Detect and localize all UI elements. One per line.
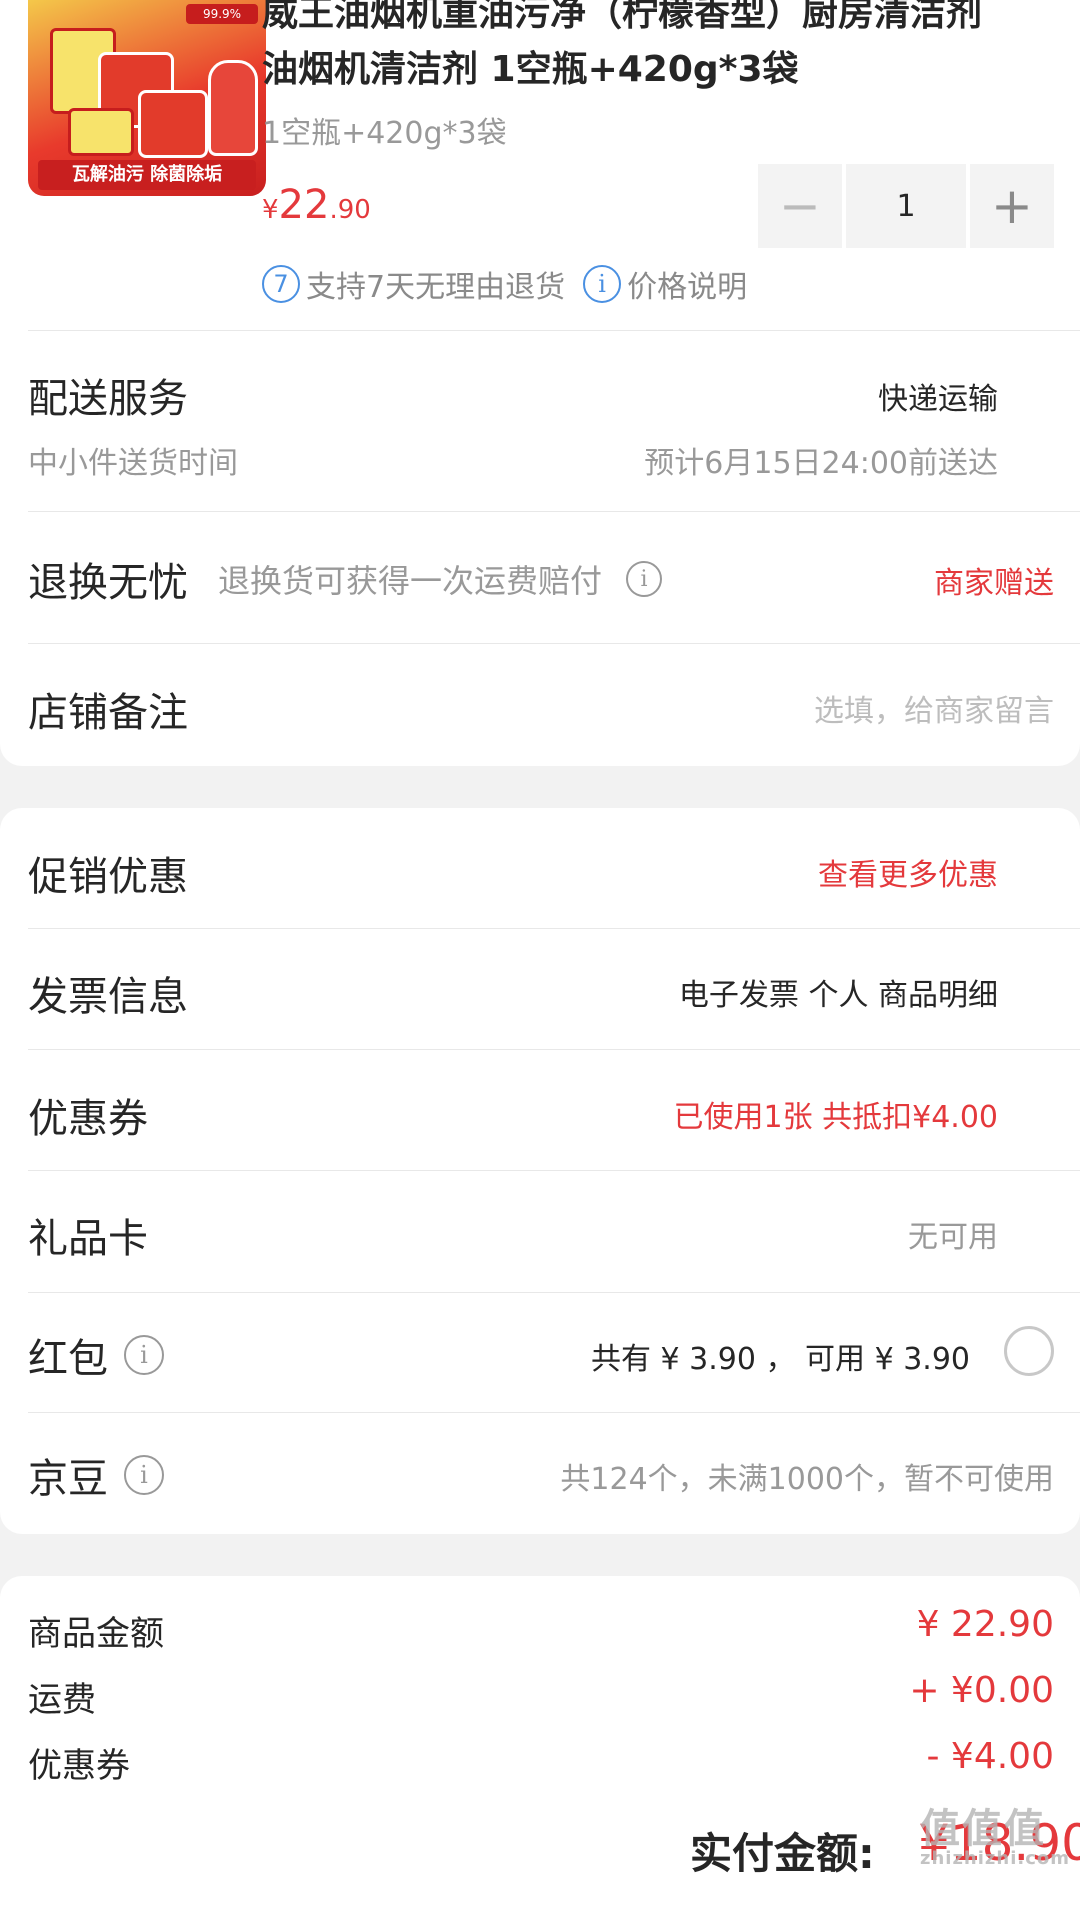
shipping-label: 运费 [28,1680,96,1720]
coupon-title: 优惠券 [28,1096,148,1142]
product-box-2 [68,108,134,156]
giftcard-value: 无可用 [908,1220,998,1255]
divider [28,330,1080,331]
return-worry-desc-text: 退换货可获得一次运费赔付 [218,562,603,600]
watermark-text: 值值值 [919,1806,1046,1852]
order-card: 99.9% 瓦解油污 除菌除垢 威王油烟机重油污净（柠檬香型）厨房清洁剂 油烟机… [0,0,1080,766]
delivery-title: 配送服务 [28,376,188,422]
divider [28,1049,1080,1050]
info-icon[interactable]: i [626,561,663,597]
product-spec: 1空瓶+420g*3袋 [262,116,507,151]
divider [28,643,1080,644]
return-policy-text[interactable]: 支持7天无理由退货 [306,262,565,306]
jingdou-value: 共124个，未满1000个，暂不可使用 [560,1462,1054,1497]
price-decimal: .90 [329,195,371,225]
store-note-input[interactable]: 选填，给商家留言 [814,686,1054,730]
product-title-line1: 威王油烟机重油污净（柠檬香型）厨房清洁剂 [262,0,983,34]
giftcard-title: 礼品卡 [28,1216,148,1262]
info-icon: i [583,265,622,303]
invoice-title: 发票信息 [28,974,188,1020]
coupon-deduct-label: 优惠券 [28,1746,130,1786]
delivery-sub-label: 中小件送货时间 [28,446,238,481]
store-note-title: 店铺备注 [28,690,188,736]
watermark-site: zhizhizhi.com [919,1848,1070,1869]
return-worry-value: 商家赠送 [934,566,1054,601]
product-title[interactable]: 威王油烟机重油污净（柠檬香型）厨房清洁剂 油烟机清洁剂 1空瓶+420g*3袋 [262,0,1062,98]
product-price: ¥22.90 [262,182,371,228]
return-worry-desc: 退换货可获得一次运费赔付 i [218,556,663,602]
price-currency: ¥ [262,195,279,225]
promo-title: 促销优惠 [28,854,188,900]
coupon-deduct-value: - ¥4.00 [926,1736,1055,1777]
redpacket-radio[interactable] [1004,1326,1054,1376]
divider [28,1412,1080,1413]
price-explanation-link[interactable]: 价格说明 [627,262,747,306]
options-card: 促销优惠 查看更多优惠 发票信息 电子发票 个人 商品明细 优惠券 已使用1张 … [0,808,1080,1534]
info-icon[interactable]: i [124,1335,164,1375]
product-title-line2: 油烟机清洁剂 1空瓶+420g*3袋 [262,49,799,90]
goods-amount-value: ¥ 22.90 [916,1604,1054,1645]
decrease-button[interactable]: − [758,164,842,248]
divider [28,1170,1080,1171]
return-worry-title: 退换无忧 [28,560,188,606]
service-tags: 7 支持7天无理由退货 i 价格说明 [262,262,747,306]
price-integer: 22 [278,182,330,228]
divider [28,511,1080,512]
watermark: 值值值 zhizhizhi.com [920,1796,1070,1869]
invoice-value: 电子发票 个人 商品明细 [678,978,998,1013]
mascot [208,60,258,156]
delivery-eta: 预计6月15日24:00前送达 [644,446,998,481]
jingdou-title: 京豆 [28,1456,108,1502]
redpacket-title: 红包 [28,1336,108,1382]
shipping-value: + ¥0.00 [909,1670,1054,1711]
image-banner: 瓦解油污 除菌除垢 [38,160,256,190]
product-image[interactable]: 99.9% 瓦解油污 除菌除垢 [28,0,266,196]
image-badge: 99.9% [186,4,258,24]
info-icon[interactable]: i [124,1455,164,1495]
divider [28,1292,1080,1293]
seven-day-icon: 7 [262,265,300,303]
increase-button[interactable]: + [970,164,1054,248]
delivery-method: 快递运输 [878,382,998,417]
product-bag-2 [138,90,208,158]
redpacket-value: 共有 ¥ 3.90 ， 可用 ¥ 3.90 [591,1342,970,1377]
divider [28,928,1080,929]
quantity-input[interactable]: 1 [846,164,966,248]
goods-amount-label: 商品金额 [28,1614,164,1654]
jingdou-title-group: 京豆 i [28,1446,164,1504]
quantity-stepper: − 1 + [758,164,1054,248]
redpacket-title-group: 红包 i [28,1326,164,1384]
coupon-value: 已使用1张 共抵扣¥4.00 [673,1100,998,1135]
promo-value: 查看更多优惠 [818,858,998,893]
total-label: 实付金额: [690,1829,875,1878]
